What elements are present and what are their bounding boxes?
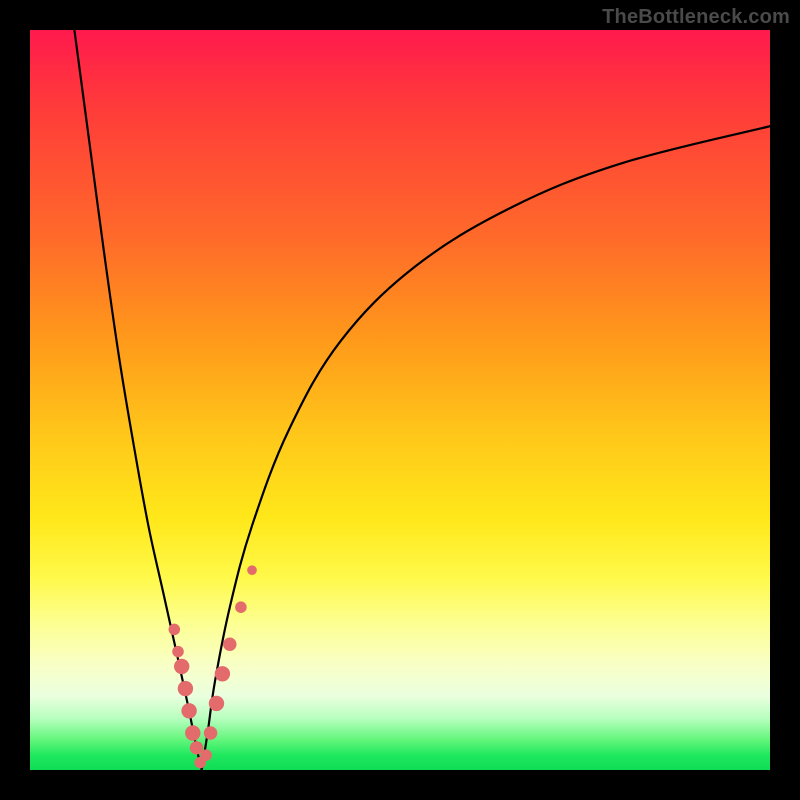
marker-dot — [215, 666, 230, 681]
curve-layer — [74, 30, 770, 770]
marker-dot — [181, 703, 196, 718]
marker-dot — [178, 681, 193, 696]
marker-dot — [247, 565, 257, 575]
marker-dot — [172, 646, 184, 658]
marker-dot — [185, 725, 200, 740]
marker-dot — [174, 659, 189, 674]
chart-frame: TheBottleneck.com — [0, 0, 800, 800]
marker-layer — [169, 565, 257, 768]
chart-svg — [30, 30, 770, 770]
marker-dot — [223, 637, 236, 650]
marker-dot — [200, 749, 212, 761]
series-right-branch — [202, 126, 770, 770]
attribution-text: TheBottleneck.com — [602, 6, 790, 29]
marker-dot — [209, 696, 224, 711]
plot-area — [30, 30, 770, 770]
marker-dot — [235, 601, 247, 613]
marker-dot — [204, 726, 217, 739]
marker-dot — [169, 624, 181, 636]
